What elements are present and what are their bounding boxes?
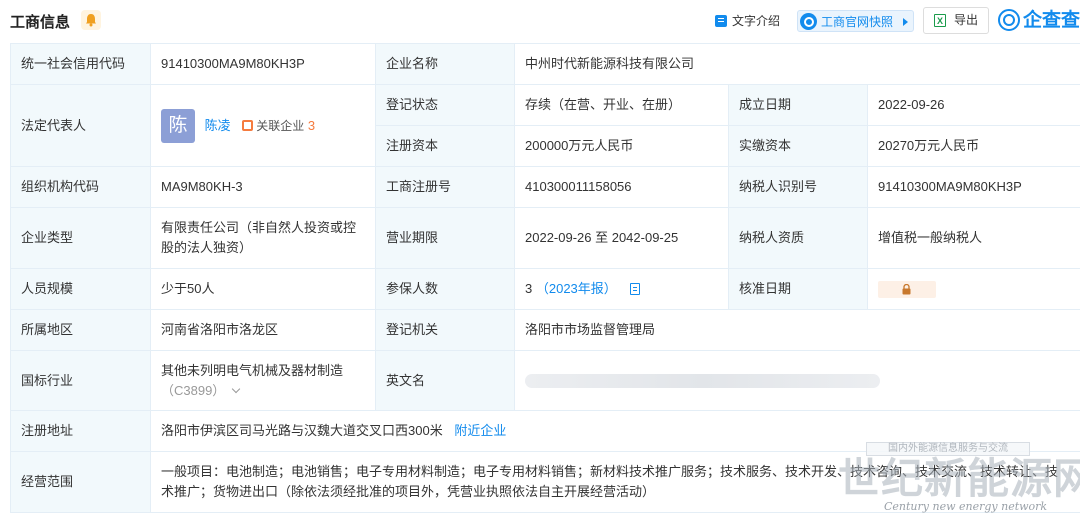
excel-icon xyxy=(934,9,946,34)
industry-code-row[interactable]: （C3899） xyxy=(161,381,365,401)
insured-value: 3 xyxy=(525,281,533,296)
company-name-value: 中州时代新能源科技有限公司 xyxy=(513,43,1080,85)
chevron-down-icon[interactable] xyxy=(232,384,241,393)
blurred-english-name xyxy=(525,374,880,389)
company-name-label: 企业名称 xyxy=(375,43,515,85)
insured-cell: 3 （2023年报） xyxy=(514,268,729,310)
industry-cell: 其他未列明电气机械及器材制造 （C3899） xyxy=(150,350,376,411)
credit-code-value: 91410300MA9M80KH3P xyxy=(150,43,376,85)
approval-date-cell xyxy=(866,268,1080,310)
related-companies-icon xyxy=(242,119,254,131)
english-name-label: 英文名 xyxy=(375,350,515,411)
industry-code: （C3899） xyxy=(161,382,226,398)
locked-value[interactable] xyxy=(878,281,936,299)
nearby-companies-link[interactable]: 附近企业 xyxy=(454,423,506,438)
annual-report-link[interactable]: （2023年报） xyxy=(536,281,617,296)
credit-code-label: 统一社会信用代码 xyxy=(10,43,151,85)
taxpayer-id-label: 纳税人识别号 xyxy=(728,166,868,208)
english-name-value xyxy=(513,350,1080,411)
paid-capital-label: 实缴资本 xyxy=(728,125,868,167)
region-value: 河南省洛阳市洛龙区 xyxy=(150,309,376,351)
industry-value: 其他未列明电气机械及器材制造 xyxy=(161,362,344,378)
reg-authority-label: 登记机关 xyxy=(375,309,515,351)
related-companies-count: 3 xyxy=(307,117,316,133)
paid-capital-value: 20270万元人民币 xyxy=(866,125,1080,167)
staff-label: 人员规模 xyxy=(10,268,151,310)
table-row: 统一社会信用代码 91410300MA9M80KH3P 企业名称 中州时代新能源… xyxy=(10,43,1080,85)
official-snapshot-button[interactable]: 工商官网快照 xyxy=(797,10,914,32)
biz-reg-no-value: 410300011158056 xyxy=(514,166,729,208)
industry-label: 国标行业 xyxy=(10,350,151,411)
watermark-logo-text: 世纪新能源网 xyxy=(838,454,1080,503)
table-row: 国标行业 其他未列明电气机械及器材制造 （C3899） 英文名 xyxy=(10,350,1080,411)
lock-icon xyxy=(902,284,911,295)
document-icon xyxy=(715,15,727,27)
taxpayer-qual-label: 纳税人资质 xyxy=(728,207,868,269)
snapshot-icon xyxy=(800,13,817,30)
address-value: 洛阳市伊滨区司马光路与汉魏大道交叉口西300米 xyxy=(161,423,443,438)
snapshot-label: 工商官网快照 xyxy=(821,15,894,29)
brand-name: 企查查 xyxy=(1023,10,1080,31)
related-companies-label: 关联企业 xyxy=(256,118,305,133)
insured-label: 参保人数 xyxy=(375,268,515,310)
table-row: 所属地区 河南省洛阳市洛龙区 登记机关 洛阳市市场监督管理局 xyxy=(10,309,1080,351)
reg-authority-value: 洛阳市市场监督管理局 xyxy=(513,309,1080,351)
region-label: 所属地区 xyxy=(10,309,151,351)
address-label: 注册地址 xyxy=(10,410,151,452)
term-value: 2022-09-26 至 2042-09-25 xyxy=(514,207,729,269)
avatar[interactable]: 陈 xyxy=(161,108,195,143)
watermark-subtitle: Century new energy network xyxy=(884,500,1048,513)
legal-rep-cell: 陈 陈凌 关联企业 3 xyxy=(150,84,376,167)
legal-rep-label: 法定代表人 xyxy=(10,84,151,167)
export-button[interactable]: 导出 xyxy=(923,7,989,34)
founded-label: 成立日期 xyxy=(728,84,868,126)
reg-status-label: 登记状态 xyxy=(375,84,515,126)
table-row: 法定代表人 陈 陈凌 关联企业 3 登记状态 存续（在营、开业、在册） 成立日期… xyxy=(10,84,1080,167)
term-label: 营业期限 xyxy=(375,207,515,269)
section-header: 工商信息 文字介绍 工商官网快照 导出 企查查 xyxy=(0,0,1080,42)
bell-icon[interactable] xyxy=(81,10,101,30)
text-intro-label: 文字介绍 xyxy=(732,14,781,28)
table-row: 企业类型 有限责任公司（非自然人投资或控股的法人独资） 营业期限 2022-09… xyxy=(10,207,1080,269)
company-type-value: 有限责任公司（非自然人投资或控股的法人独资） xyxy=(150,207,376,269)
reg-capital-value: 200000万元人民币 xyxy=(514,125,729,167)
org-code-value: MA9M80KH-3 xyxy=(150,166,376,208)
reg-capital-label: 注册资本 xyxy=(375,125,515,167)
export-label: 导出 xyxy=(954,13,979,27)
brand-logo-icon xyxy=(998,9,1020,31)
staff-value: 少于50人 xyxy=(150,268,376,310)
table-row: 人员规模 少于50人 参保人数 3 （2023年报） 核准日期 xyxy=(10,268,1080,310)
taxpayer-id-value: 91410300MA9M80KH3P xyxy=(866,166,1080,208)
biz-reg-no-label: 工商注册号 xyxy=(375,166,515,208)
report-icon[interactable] xyxy=(630,283,641,295)
legal-rep-link[interactable]: 陈凌 xyxy=(205,118,231,133)
scope-label: 经营范围 xyxy=(10,451,151,513)
founded-value: 2022-09-26 xyxy=(866,84,1080,126)
section-title: 工商信息 xyxy=(10,14,71,31)
company-type-label: 企业类型 xyxy=(10,207,151,269)
reg-status-value: 存续（在营、开业、在册） xyxy=(514,84,729,126)
table-row: 组织机构代码 MA9M80KH-3 工商注册号 410300011158056 … xyxy=(10,166,1080,208)
approval-date-label: 核准日期 xyxy=(728,268,868,310)
related-companies-link[interactable]: 关联企业 3 xyxy=(242,116,315,136)
play-arrow-icon xyxy=(903,18,908,26)
text-intro-button[interactable]: 文字介绍 xyxy=(715,10,780,32)
taxpayer-qual-value: 增值税一般纳税人 xyxy=(866,207,1080,269)
org-code-label: 组织机构代码 xyxy=(10,166,151,208)
